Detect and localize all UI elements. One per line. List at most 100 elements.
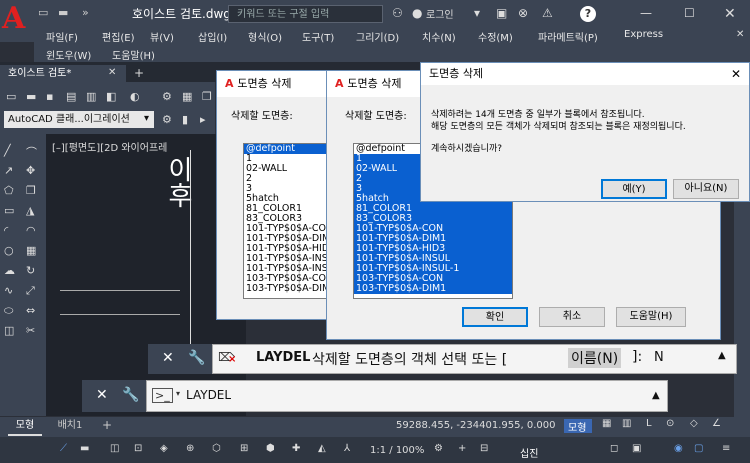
annotation-visibility-icon[interactable]: ⅄: [344, 443, 350, 454]
ellipse-tool-icon[interactable]: ⬭: [4, 304, 13, 318]
toolbar-new-icon[interactable]: ▭: [6, 90, 16, 103]
new-file-icon[interactable]: ▭: [38, 6, 48, 19]
block-tool-icon[interactable]: ◫: [4, 324, 14, 337]
toolbar-print-icon[interactable]: ▤: [66, 90, 76, 103]
login-link[interactable]: 로그인: [426, 6, 454, 21]
viewport-label[interactable]: [–][평면도][2D 와이어프레: [52, 139, 167, 154]
menu-format[interactable]: 형식(O): [248, 29, 282, 44]
polar-icon[interactable]: ⊙: [666, 418, 674, 429]
wrench-icon[interactable]: 🔧: [122, 387, 139, 403]
quick-properties-icon[interactable]: ✚: [292, 443, 300, 454]
open-folder-icon[interactable]: ▬: [58, 6, 68, 19]
toolbar-match-icon[interactable]: ◐: [130, 90, 140, 103]
no-button[interactable]: 아니요(N): [673, 179, 739, 199]
list-item[interactable]: 2: [244, 174, 332, 184]
command-history-icon[interactable]: ▲: [718, 350, 726, 361]
exchange-icon[interactable]: ⚠: [542, 6, 553, 20]
workspace-bar-icon[interactable]: ▮: [182, 113, 188, 126]
grid-icon[interactable]: ▦: [602, 418, 611, 429]
maximize-icon[interactable]: ☐: [684, 6, 695, 20]
spline-tool-icon[interactable]: ∿: [4, 284, 13, 297]
close-icon[interactable]: ✕: [724, 6, 736, 22]
offset-tool-icon[interactable]: ◠: [26, 224, 36, 237]
menu-dimension[interactable]: 치수(N): [422, 29, 456, 44]
list-item[interactable]: @defpoint: [244, 144, 332, 154]
tab-layout1[interactable]: 배치1: [50, 417, 90, 434]
scale-tool-icon[interactable]: ⤢: [26, 284, 35, 298]
array-tool-icon[interactable]: ▦: [26, 244, 36, 257]
list-item[interactable]: 103-TYP$0$A-DIM: [244, 284, 332, 294]
lineweight-icon[interactable]: ▬: [80, 443, 89, 454]
menu-modify[interactable]: 수정(M): [478, 29, 513, 44]
gizmo-icon[interactable]: ⬡: [212, 443, 221, 454]
workspace-gear-icon[interactable]: ⚙: [162, 113, 172, 126]
menu-edit[interactable]: 편집(E): [102, 29, 135, 44]
isolate-icon[interactable]: ⊟: [480, 443, 488, 454]
new-tab-icon[interactable]: +: [134, 66, 144, 80]
layer-list[interactable]: @defpoint 1 02-WALL 2 3 5hatch 81_COLOR1…: [243, 143, 333, 299]
plus-icon[interactable]: +: [458, 443, 466, 454]
menu-draw[interactable]: 그리기(D): [356, 29, 399, 44]
lock-ui-icon[interactable]: ◭: [318, 443, 326, 454]
transparency-icon[interactable]: ◫: [110, 443, 119, 454]
mirror-tool-icon[interactable]: ◮: [26, 204, 34, 217]
cloud-tool-icon[interactable]: ☁: [4, 264, 15, 277]
tab-model[interactable]: 모형: [8, 417, 42, 436]
circle-tool-icon[interactable]: ○: [4, 244, 14, 257]
store-icon[interactable]: ▣: [496, 6, 507, 20]
units-icon[interactable]: ⬢: [266, 443, 275, 454]
menu-window[interactable]: 윈도우(W): [46, 47, 91, 62]
binoculars-icon[interactable]: ⚇: [392, 6, 403, 20]
properties-icon[interactable]: ◻: [610, 443, 618, 454]
trim-tool-icon[interactable]: ✂: [26, 324, 35, 337]
menu-close-icon[interactable]: ✕: [736, 29, 744, 40]
clean-screen-icon[interactable]: ▢: [694, 443, 703, 454]
help-icon[interactable]: ?: [580, 6, 596, 22]
copy-tool-icon[interactable]: ❐: [26, 184, 36, 197]
command-close-icon[interactable]: ✕: [162, 350, 174, 366]
menu-help[interactable]: 도움말(H): [112, 47, 155, 62]
menu-tools[interactable]: 도구(T): [302, 29, 334, 44]
toolbar-save-icon[interactable]: ▪: [46, 90, 53, 103]
annotation-scale[interactable]: 1:1 / 100%: [370, 445, 424, 456]
toolbar-publish-icon[interactable]: ◧: [106, 90, 116, 103]
line-tool-icon[interactable]: ╱: [4, 144, 11, 157]
rectangle-tool-icon[interactable]: ▭: [4, 204, 14, 217]
otrack-icon[interactable]: ∠: [712, 418, 721, 429]
command-close-icon[interactable]: ✕: [96, 387, 108, 403]
units-decimal[interactable]: 십진: [520, 445, 538, 460]
arc-tool-icon[interactable]: ◜: [4, 224, 8, 237]
list-item[interactable]: 103-TYP$0$A-DIM1: [354, 284, 512, 294]
toolbar-preview-icon[interactable]: ▥: [86, 90, 96, 103]
ok-button[interactable]: 확인: [462, 307, 528, 327]
ortho-icon[interactable]: L: [646, 418, 652, 429]
tab-close-icon[interactable]: ✕: [108, 67, 116, 78]
help-button[interactable]: 도움말(H): [616, 307, 686, 327]
wrench-icon[interactable]: 🔧: [188, 350, 205, 366]
toolbar-gear-icon[interactable]: ⚙: [162, 90, 172, 103]
yes-button[interactable]: 예(Y): [601, 179, 667, 199]
chevron-down-icon[interactable]: ▾: [176, 389, 180, 398]
add-layout-icon[interactable]: +: [102, 418, 112, 432]
search-input[interactable]: 키워드 또는 구절 입력: [228, 5, 383, 23]
stretch-tool-icon[interactable]: ⇔: [26, 304, 35, 317]
toolbar-grid-icon[interactable]: ▦: [182, 90, 192, 103]
dropdown-icon[interactable]: ▾: [474, 6, 480, 20]
list-item[interactable]: 02-WALL: [244, 164, 332, 174]
app-menu-button[interactable]: A: [0, 0, 34, 42]
polygon-tool-icon[interactable]: ⬠: [4, 184, 14, 197]
annotation-monitor-icon[interactable]: ⊞: [240, 443, 248, 454]
snap-icon[interactable]: ▥: [622, 418, 631, 429]
selection-cycling-icon[interactable]: ⊡: [134, 443, 142, 454]
ucs-icon[interactable]: ⊕: [186, 443, 194, 454]
option-name[interactable]: 이름(N): [568, 348, 622, 368]
workspace-more-icon[interactable]: ▸: [200, 113, 206, 126]
move-tool-icon[interactable]: ✥: [26, 164, 35, 177]
quick-access-more-icon[interactable]: »: [82, 6, 89, 19]
toolbar-open-icon[interactable]: ▬: [26, 90, 36, 103]
isolate-objects-icon[interactable]: ◉: [674, 443, 683, 454]
workspace-gear-icon[interactable]: ⚙: [434, 443, 443, 454]
menu-file[interactable]: 파일(F): [46, 29, 78, 44]
osnap-icon[interactable]: ◇: [690, 418, 698, 429]
command-history-icon[interactable]: ▲: [652, 390, 660, 401]
